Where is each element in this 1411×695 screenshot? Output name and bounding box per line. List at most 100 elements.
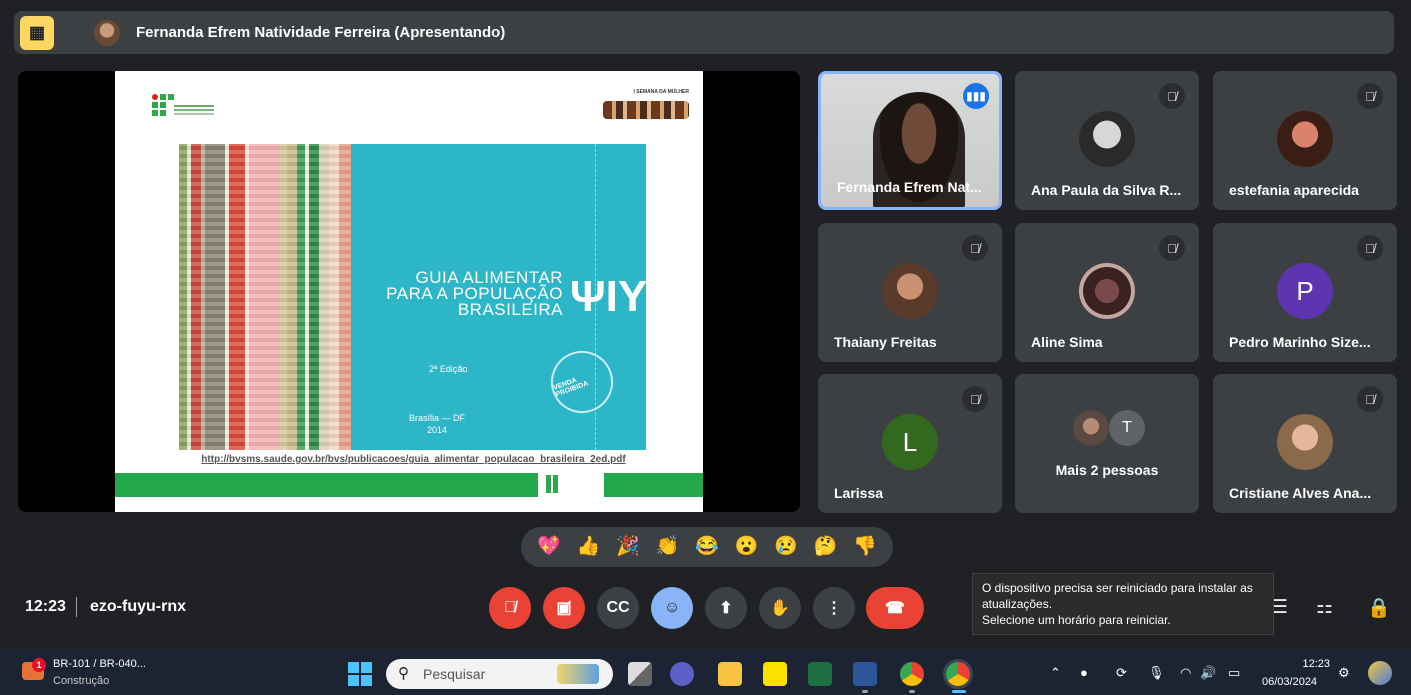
guide-title: GUIA ALIMENTAR PARA A POPULAÇÃO BRASILEI… <box>386 268 563 319</box>
chrome-icon[interactable] <box>900 662 924 686</box>
participant-name: Cristiane Alves Ana... <box>1229 485 1372 501</box>
participant-name: Aline Sima <box>1031 334 1103 350</box>
surprised-reaction[interactable]: 😮 <box>735 537 759 557</box>
word-icon[interactable] <box>853 662 877 686</box>
avatar <box>1073 410 1109 446</box>
avatar <box>1277 414 1333 470</box>
participant-name: Larissa <box>834 485 884 501</box>
participant-tile[interactable]: 🎙̸ estefania aparecida <box>1213 71 1397 210</box>
mic-off-icon: 🎙̸ <box>1357 235 1383 261</box>
slide: I SEMANA DA MULHER GUIA ALIMENTAR PARA A… <box>115 71 703 512</box>
slide-footer-band <box>115 469 703 501</box>
battery-icon[interactable]: ▭ <box>1228 665 1240 681</box>
traffic-widget[interactable]: 1 <box>22 658 48 684</box>
wifi-icon[interactable]: ◠ <box>1180 665 1191 681</box>
heart-reaction[interactable]: 💖 <box>537 537 561 557</box>
excel-icon[interactable] <box>808 662 832 686</box>
host-controls-icon[interactable]: 🔒 <box>1367 596 1391 620</box>
file-explorer-icon[interactable] <box>718 662 742 686</box>
widget-title[interactable]: BR-101 / BR-040... <box>53 658 146 670</box>
party-reaction[interactable]: 🎉 <box>616 537 640 557</box>
slide-url-link[interactable]: http://bvsms.saude.gov.br/bvs/publicacoe… <box>186 454 641 465</box>
cover-panel: GUIA ALIMENTAR PARA A POPULAÇÃO BRASILEI… <box>351 144 647 450</box>
taskbar-date[interactable]: 06/03/2024 <box>1262 676 1317 688</box>
meet-window: ▦ Fernanda Efrem Natividade Ferreira (Ap… <box>0 0 1411 695</box>
participant-tile[interactable]: 🎙̸ Ana Paula da Silva R... <box>1015 71 1199 210</box>
participant-tile[interactable]: 🎙̸ P Pedro Marinho Size... <box>1213 223 1397 362</box>
mic-off-icon: 🎙̸ <box>1159 83 1185 109</box>
mic-off-button[interactable]: 🎙̸ <box>489 587 531 629</box>
raise-hand-button[interactable]: ✋ <box>759 587 801 629</box>
thumbs-down-reaction[interactable]: 👎 <box>853 537 877 557</box>
participant-tile[interactable]: 🎙̸ Cristiane Alves Ana... <box>1213 374 1397 513</box>
mic-off-icon: 🎙̸ <box>962 386 988 412</box>
update-notification[interactable]: O dispositivo precisa ser reiniciado par… <box>972 573 1274 635</box>
meeting-code: ezo-fuyu-rnx <box>90 598 186 615</box>
microphone-icon[interactable]: 🎙 <box>1148 665 1165 681</box>
laugh-reaction[interactable]: 😂 <box>695 537 719 557</box>
participant-tile[interactable]: 🎙̸ Aline Sima <box>1015 223 1199 362</box>
sad-reaction[interactable]: 😢 <box>774 537 798 557</box>
semana-da-mulher-label: I SEMANA DA MULHER <box>633 89 689 95</box>
emoji-button[interactable]: ☺ <box>651 587 693 629</box>
volume-icon[interactable]: 🔊 <box>1200 665 1216 681</box>
participant-tile[interactable]: 🎙̸ Thaiany Freitas <box>818 223 1002 362</box>
avatar <box>882 263 938 319</box>
widget-subtitle: Construção <box>53 675 110 687</box>
teams-icon[interactable] <box>670 662 694 686</box>
captions-button[interactable]: CC <box>597 587 639 629</box>
participant-name: Thaiany Freitas <box>834 334 937 350</box>
edition-label: 2ª Edição <box>429 364 468 374</box>
search-highlight-icon <box>557 664 599 684</box>
if-logo <box>152 94 216 122</box>
more-participants-label: Mais 2 pessoas <box>1055 462 1159 478</box>
chrome-active-icon[interactable] <box>946 662 970 686</box>
mic-off-icon: 🎙̸ <box>1159 235 1185 261</box>
more-participants-tile[interactable]: T Mais 2 pessoas <box>1015 374 1199 513</box>
speaking-indicator-icon: ▮▮▮ <box>963 83 989 109</box>
more-options-button[interactable]: ⋮ <box>813 587 855 629</box>
participant-tile[interactable]: 🎙̸ L Larissa <box>818 374 1002 513</box>
footer-logo <box>538 469 604 501</box>
taskbar: 1 BR-101 / BR-040... Construção ⚲ Pesqui… <box>0 650 1411 695</box>
chevron-up-icon[interactable]: ⌃ <box>1050 665 1061 681</box>
widgets-icon[interactable] <box>1368 661 1392 685</box>
sync-icon[interactable]: ⟳ <box>1116 665 1127 681</box>
participant-name: estefania aparecida <box>1229 182 1359 198</box>
sticky-notes-icon[interactable] <box>763 662 787 686</box>
mic-off-icon: 🎙̸ <box>1357 83 1383 109</box>
presentation-stage[interactable]: I SEMANA DA MULHER GUIA ALIMENTAR PARA A… <box>18 71 800 512</box>
participant-name: Fernanda Efrem Nat... <box>837 179 982 195</box>
task-view-icon[interactable] <box>628 662 652 686</box>
guide-cover: GUIA ALIMENTAR PARA A POPULAÇÃO BRASILEI… <box>179 144 647 450</box>
city-year: Brasília — DF 2014 <box>409 413 466 435</box>
start-button[interactable] <box>348 662 372 686</box>
avatar <box>1277 111 1333 167</box>
avatar: P <box>1277 263 1333 319</box>
stop-presenting-icon[interactable]: ▦ <box>20 15 54 50</box>
participant-name: Ana Paula da Silva R... <box>1031 182 1182 198</box>
presenter-name: Fernanda Efrem Natividade Ferreira (Apre… <box>136 24 506 41</box>
clap-reaction[interactable]: 👏 <box>656 537 680 557</box>
mic-off-icon: 🎙̸ <box>1357 386 1383 412</box>
taskbar-search[interactable]: ⚲ Pesquisar <box>386 659 613 689</box>
participant-tile[interactable]: ▮▮▮ Fernanda Efrem Nat... <box>818 71 1002 210</box>
alert-badge: 1 <box>32 658 46 672</box>
taskbar-time[interactable]: 12:23 <box>1296 658 1330 670</box>
semana-da-mulher-illustration <box>603 101 689 119</box>
search-placeholder: Pesquisar <box>423 666 486 682</box>
avatar: L <box>882 414 938 470</box>
thinking-reaction[interactable]: 🤔 <box>814 537 838 557</box>
reactions-bar: 💖 👍 🎉 👏 😂 😮 😢 🤔 👎 <box>521 527 893 567</box>
thumbs-up-reaction[interactable]: 👍 <box>576 537 600 557</box>
present-button[interactable]: ⬆ <box>705 587 747 629</box>
participant-name: Pedro Marinho Size... <box>1229 334 1371 350</box>
mic-off-icon: 🎙̸ <box>962 235 988 261</box>
end-call-button[interactable]: ☎ <box>866 587 924 629</box>
notification-bell-icon[interactable]: ⚙ <box>1338 665 1350 681</box>
security-icon[interactable]: ● <box>1080 665 1088 680</box>
camera-off-button[interactable]: ▣̸ <box>543 587 585 629</box>
presenter-avatar <box>94 19 120 46</box>
activities-icon[interactable]: ⚏ <box>1316 596 1333 619</box>
search-icon: ⚲ <box>398 665 409 682</box>
